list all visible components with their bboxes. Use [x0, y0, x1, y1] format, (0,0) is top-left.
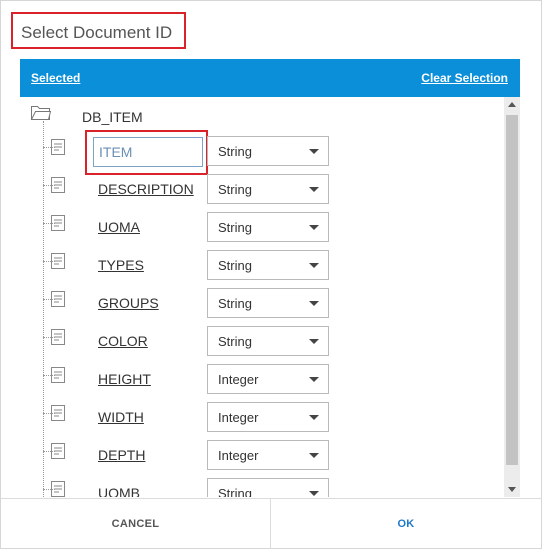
field-tree: DB_ITEM String DESCRIPTION String UOMA Strin…: [20, 97, 520, 497]
field-type-select[interactable]: String: [207, 326, 329, 356]
field-name-link[interactable]: COLOR: [98, 333, 148, 349]
tree-connector-branch: [43, 413, 55, 414]
folder-icon: [30, 106, 52, 120]
chevron-down-icon: [309, 377, 319, 382]
chevron-down-icon: [309, 149, 319, 154]
field-name-link[interactable]: WIDTH: [98, 409, 144, 425]
cancel-button[interactable]: CANCEL: [1, 499, 271, 549]
scroll-up-arrow-icon[interactable]: [508, 102, 516, 107]
field-name-link[interactable]: TYPES: [98, 257, 144, 273]
tree-connector-branch: [43, 223, 55, 224]
field-type-select[interactable]: Integer: [207, 440, 329, 470]
field-type-select[interactable]: String: [207, 212, 329, 242]
chevron-down-icon: [309, 187, 319, 192]
field-name-link[interactable]: UOMA: [98, 219, 140, 235]
field-type-value: Integer: [218, 372, 259, 387]
field-name-link[interactable]: HEIGHT: [98, 371, 151, 387]
tree-connector-branch: [43, 489, 55, 490]
field-type-value: String: [218, 258, 252, 273]
field-name-link[interactable]: UOMB: [98, 485, 140, 497]
field-type-value: String: [218, 296, 252, 311]
chevron-down-icon: [309, 453, 319, 458]
field-row: DESCRIPTION String: [20, 172, 500, 210]
field-type-select[interactable]: Integer: [207, 364, 329, 394]
tree-connector-branch: [43, 185, 55, 186]
field-row: HEIGHT Integer: [20, 362, 500, 400]
field-type-value: Integer: [218, 410, 259, 425]
field-type-value: String: [218, 486, 252, 497]
tree-root-label: DB_ITEM: [82, 109, 143, 125]
chevron-down-icon: [309, 491, 319, 496]
field-row: TYPES String: [20, 248, 500, 286]
chevron-down-icon: [309, 339, 319, 344]
tree-connector-branch: [43, 451, 55, 452]
field-name-input[interactable]: [93, 137, 203, 167]
selected-link[interactable]: Selected: [31, 71, 80, 85]
tree-connector-branch: [43, 147, 55, 148]
title-highlight: Select Document ID: [11, 12, 186, 49]
field-type-select[interactable]: String: [207, 136, 329, 166]
field-type-value: String: [218, 334, 252, 349]
field-type-select[interactable]: String: [207, 174, 329, 204]
panel-header: Selected Clear Selection: [20, 59, 520, 97]
field-row: COLOR String: [20, 324, 500, 362]
tree-connector-branch: [43, 299, 55, 300]
dialog-title: Select Document ID: [21, 23, 173, 42]
field-type-value: String: [218, 220, 252, 235]
ok-button[interactable]: OK: [271, 499, 541, 549]
field-type-select[interactable]: String: [207, 478, 329, 497]
field-row: UOMB String: [20, 476, 500, 497]
field-type-value: String: [218, 182, 252, 197]
tree-connector-branch: [43, 261, 55, 262]
chevron-down-icon: [309, 301, 319, 306]
field-type-value: Integer: [218, 448, 259, 463]
scroll-down-arrow-icon[interactable]: [508, 487, 516, 492]
field-type-select[interactable]: Integer: [207, 402, 329, 432]
field-row: WIDTH Integer: [20, 400, 500, 438]
field-panel: Selected Clear Selection DB_ITEM StringD…: [20, 59, 520, 497]
scroll-thumb[interactable]: [506, 115, 518, 465]
tree-connector-branch: [43, 337, 55, 338]
field-name-link[interactable]: GROUPS: [98, 295, 159, 311]
field-type-select[interactable]: String: [207, 250, 329, 280]
chevron-down-icon: [309, 263, 319, 268]
vertical-scrollbar[interactable]: [504, 97, 520, 497]
field-type-select[interactable]: String: [207, 288, 329, 318]
field-row: GROUPS String: [20, 286, 500, 324]
field-name-link[interactable]: DEPTH: [98, 447, 145, 463]
clear-selection-link[interactable]: Clear Selection: [421, 71, 508, 85]
chevron-down-icon: [309, 415, 319, 420]
field-row: UOMA String: [20, 210, 500, 248]
dialog-footer: CANCEL OK: [1, 498, 542, 549]
chevron-down-icon: [309, 225, 319, 230]
tree-connector-branch: [43, 375, 55, 376]
field-row: DEPTH Integer: [20, 438, 500, 476]
field-name-link[interactable]: DESCRIPTION: [98, 181, 194, 197]
select-document-id-dialog: Select Document ID Selected Clear Select…: [0, 0, 542, 549]
field-type-value: String: [218, 144, 252, 159]
field-row: String: [20, 130, 500, 175]
